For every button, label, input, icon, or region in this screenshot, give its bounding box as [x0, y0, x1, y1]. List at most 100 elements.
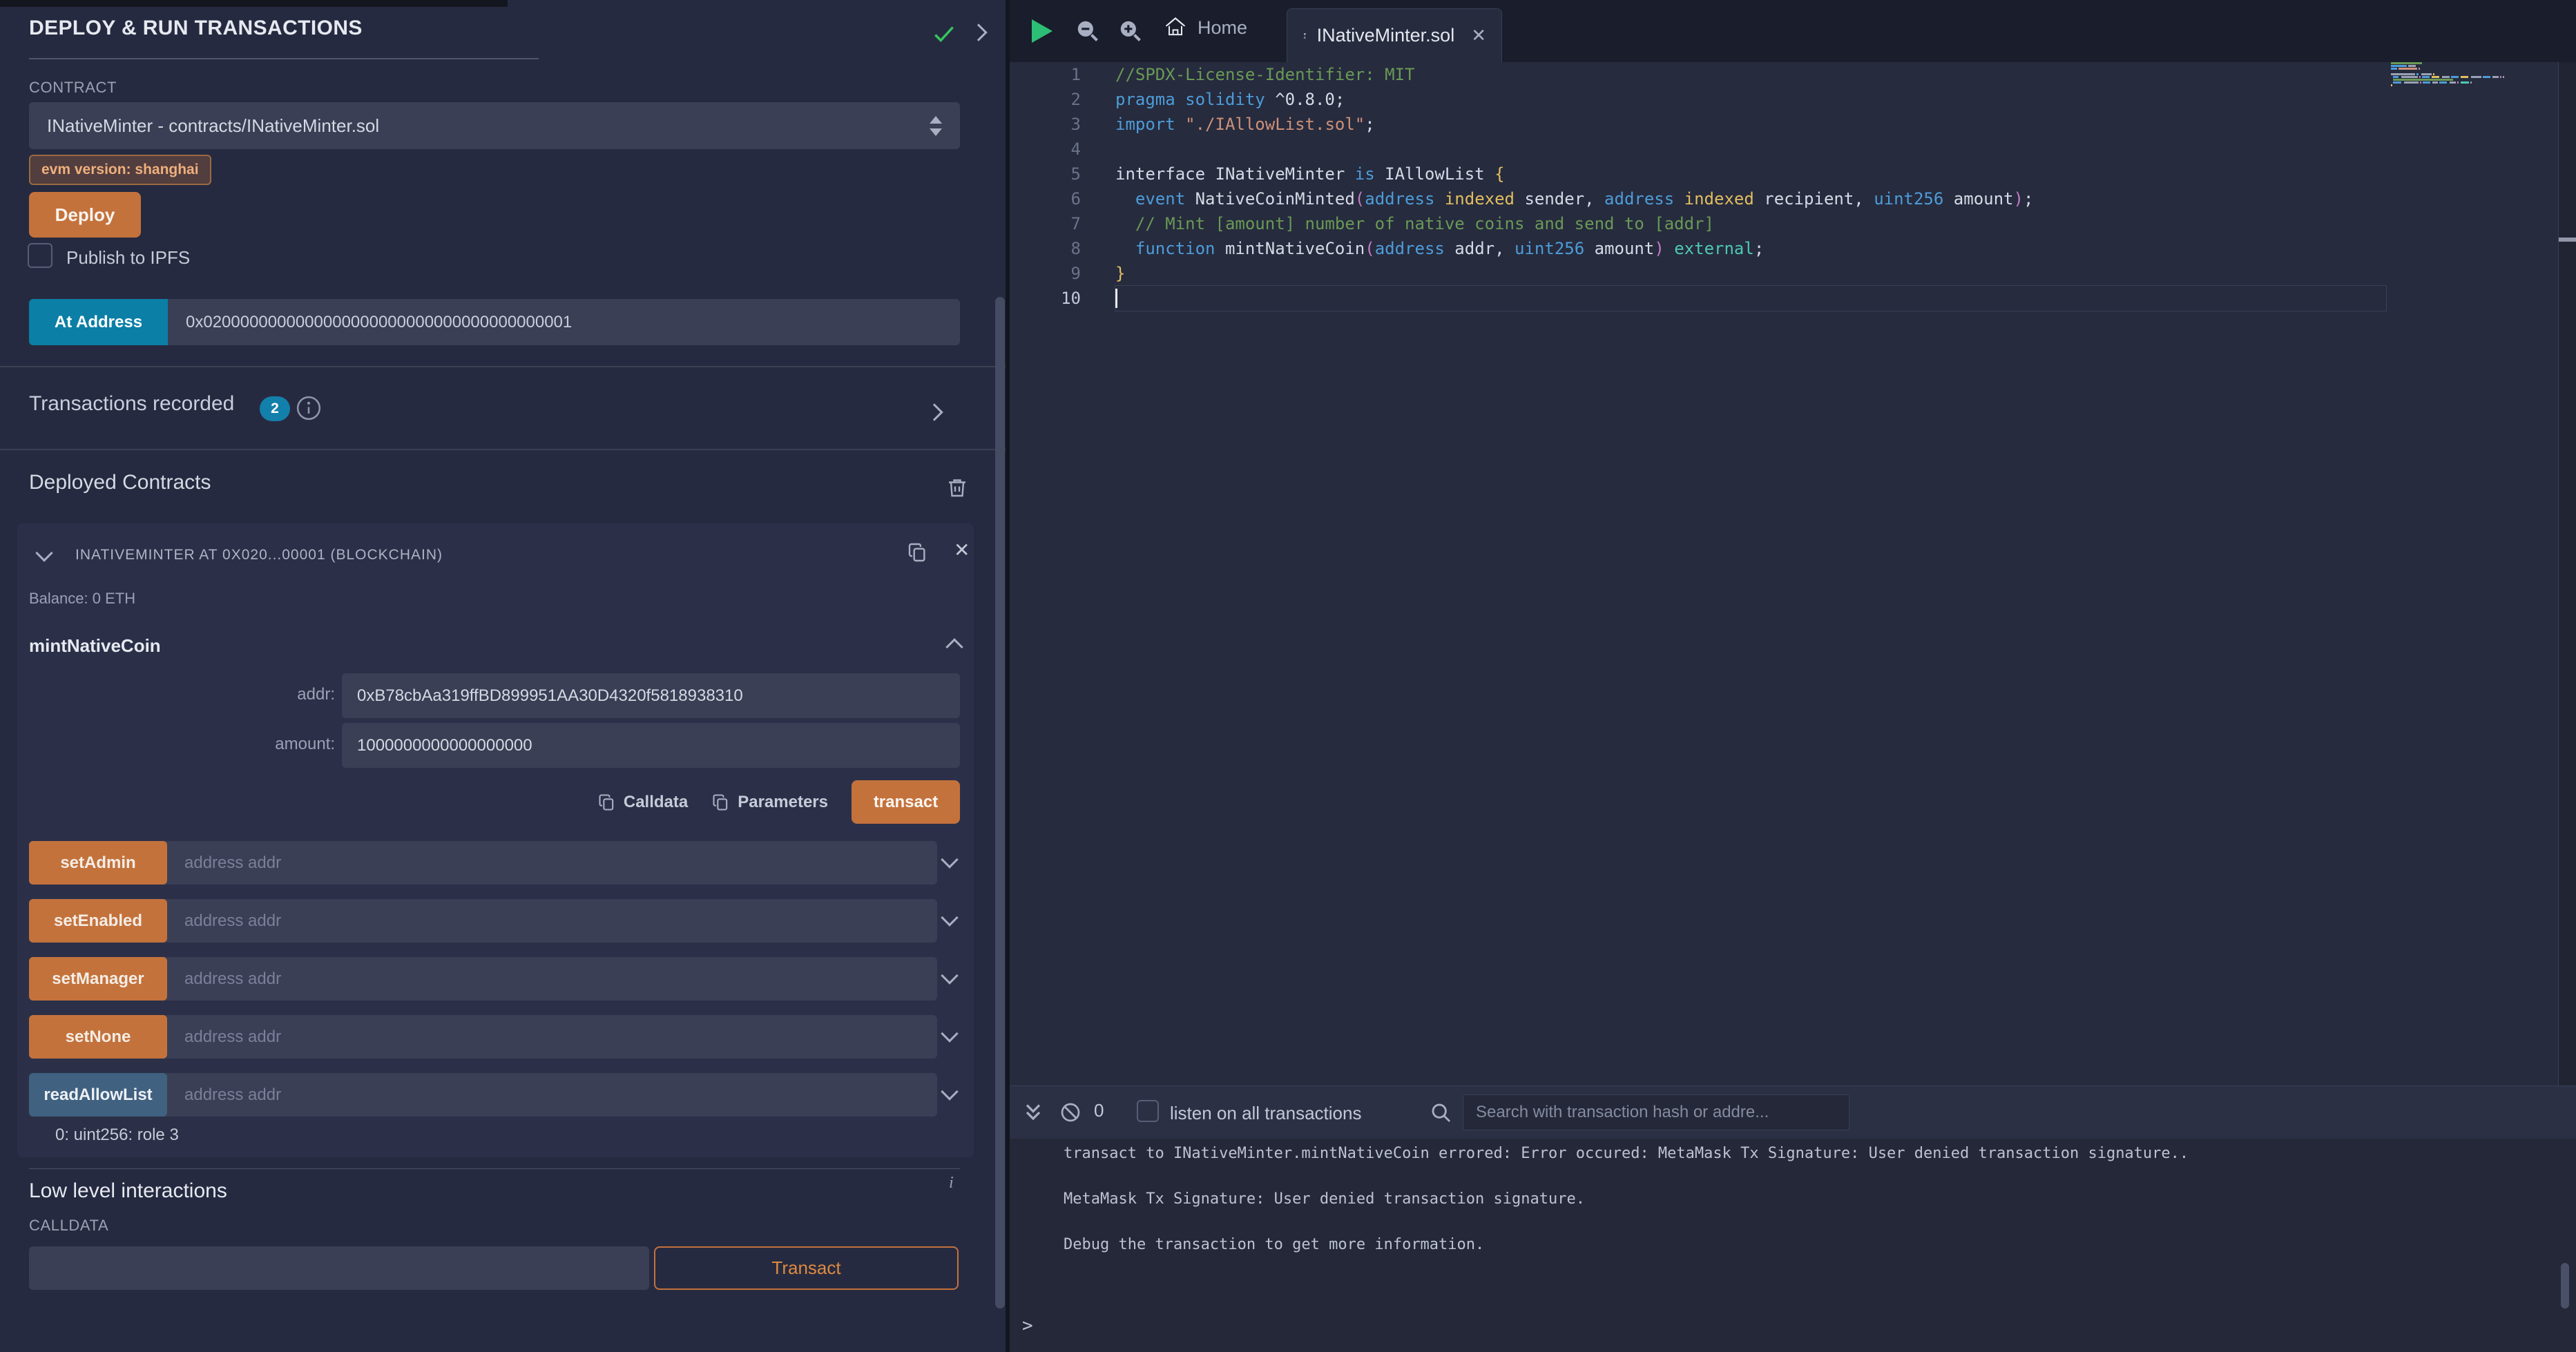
zoom-out-icon[interactable] [1075, 18, 1101, 44]
parameters-action[interactable]: Parameters [711, 793, 828, 812]
code-line[interactable]: event NativeCoinMinted(address indexed s… [1115, 186, 2386, 211]
setAdmin-button[interactable]: setAdmin [29, 841, 167, 885]
divider [29, 1168, 960, 1169]
editor-tabbar: Home INativeMinter.sol ✕ [1010, 0, 2576, 62]
panel-title: DEPLOY & RUN TRANSACTIONS [29, 17, 363, 40]
code-line[interactable]: pragma solidity ^0.8.0; [1115, 87, 2386, 112]
copy-icon[interactable] [907, 541, 929, 563]
action-row: Calldata Parameters transact [17, 780, 960, 824]
low-level-info-icon[interactable]: i [949, 1174, 954, 1192]
publish-ipfs-checkbox[interactable] [28, 243, 52, 268]
copy-icon [711, 793, 731, 812]
expand-chevron-down-icon[interactable] [941, 1083, 958, 1100]
terminal-search-input[interactable] [1463, 1094, 1849, 1130]
card-collapse-chevron-icon[interactable] [35, 544, 52, 561]
code-editor[interactable]: 12345678910 //SPDX-License-Identifier: M… [1010, 62, 2576, 1085]
terminal-message: MetaMask Tx Signature: User denied trans… [1064, 1187, 2189, 1212]
call-result: 0: uint256: role 3 [55, 1126, 179, 1145]
divider [0, 366, 1006, 367]
code-line[interactable]: function mintNativeCoin(address addr, ui… [1115, 236, 2386, 261]
addr-input[interactable] [342, 673, 960, 718]
line-number: 10 [1010, 286, 1081, 311]
line-number: 1 [1010, 62, 1081, 87]
low-level-transact-button[interactable]: Transact [654, 1246, 959, 1290]
code-line[interactable]: } [1115, 261, 2386, 286]
expand-chevron-down-icon[interactable] [941, 851, 958, 868]
setNone-button[interactable]: setNone [29, 1015, 167, 1059]
terminal-message: Debug the transaction to get more inform… [1064, 1233, 2189, 1257]
readAllowList-input[interactable] [184, 1073, 916, 1117]
setEnabled-input[interactable] [184, 899, 916, 943]
listen-all-checkbox[interactable] [1137, 1100, 1159, 1122]
parameters-label: Parameters [738, 793, 828, 812]
readAllowList-button[interactable]: readAllowList [29, 1073, 167, 1117]
listen-all-label: listen on all transactions [1170, 1103, 1361, 1124]
check-icon[interactable] [931, 21, 957, 47]
line-number: 4 [1010, 137, 1081, 162]
function-list: setAdmin setEnabled setManager setNone readA… [29, 841, 968, 1131]
setManager-button[interactable]: setManager [29, 957, 167, 1001]
editor-scrollbar[interactable] [2558, 62, 2576, 1085]
code-line[interactable]: // Mint [amount] number of native coins … [1115, 211, 2386, 236]
code-line[interactable] [1115, 286, 2386, 311]
info-icon[interactable] [296, 395, 322, 421]
deploy-run-panel: DEPLOY & RUN TRANSACTIONS CONTRACT INati… [0, 0, 1006, 1352]
function-name: mintNativeCoin [29, 635, 161, 657]
terminal-message: transact to INativeMinter.mintNativeCoin… [1064, 1141, 2189, 1166]
minimap[interactable] [2391, 62, 2557, 90]
app-root: DEPLOY & RUN TRANSACTIONS CONTRACT INati… [0, 0, 2576, 1352]
panel-chevron-right-icon[interactable] [970, 23, 987, 41]
transactions-count-badge[interactable]: 2 [260, 396, 290, 421]
contract-select[interactable]: INativeMinter - contracts/INativeMinter.… [29, 102, 960, 149]
divider [0, 449, 1006, 450]
expand-chevron-down-icon[interactable] [941, 909, 958, 926]
calldata-label: Calldata [624, 793, 688, 812]
terminal-scrollbar[interactable] [2561, 1263, 2569, 1308]
terminal-toolbar: 0 listen on all transactions [1010, 1086, 2576, 1139]
trash-icon[interactable] [945, 475, 970, 500]
terminal-prompt[interactable]: > [1022, 1315, 1033, 1336]
deployed-contracts-title: Deployed Contracts [29, 471, 211, 494]
code-line[interactable]: import "./IAllowList.sol"; [1115, 112, 2386, 137]
zoom-in-icon[interactable] [1117, 18, 1144, 44]
at-address-button[interactable]: At Address [29, 299, 168, 345]
close-icon[interactable]: ✕ [954, 539, 970, 561]
top-strip [0, 0, 508, 7]
contract-select-value: INativeMinter - contracts/INativeMinter.… [47, 115, 930, 137]
double-chevron-down-icon[interactable] [1021, 1100, 1046, 1125]
home-icon [1163, 15, 1188, 40]
transact-button[interactable]: transact [852, 780, 960, 824]
amount-input[interactable] [342, 723, 960, 768]
transactions-chevron-right-icon[interactable] [925, 403, 943, 421]
setNone-input[interactable] [184, 1015, 916, 1059]
tab-home[interactable]: Home [1163, 15, 1247, 40]
publish-ipfs-label: Publish to IPFS [66, 247, 190, 269]
low-level-calldata-input[interactable] [29, 1246, 649, 1290]
panel-scrollbar[interactable] [995, 297, 1005, 1308]
code-line[interactable] [1115, 137, 2386, 162]
line-number: 8 [1010, 236, 1081, 261]
setManager-input[interactable] [184, 957, 916, 1001]
function-collapse-chevron-up-icon[interactable] [945, 638, 963, 655]
code-line[interactable]: interface INativeMinter is IAllowList { [1115, 162, 2386, 186]
setAdmin-input[interactable] [184, 841, 916, 885]
expand-chevron-down-icon[interactable] [941, 1025, 958, 1042]
setEnabled-button[interactable]: setEnabled [29, 899, 167, 943]
expand-chevron-down-icon[interactable] [941, 967, 958, 984]
play-icon[interactable] [1032, 19, 1052, 43]
at-address-input[interactable] [168, 299, 960, 345]
tab-inativeminter[interactable]: INativeMinter.sol ✕ [1287, 8, 1502, 62]
close-tab-icon[interactable]: ✕ [1471, 25, 1486, 46]
line-number: 7 [1010, 211, 1081, 236]
function-row: setEnabled [29, 899, 968, 943]
text-cursor [1115, 289, 1117, 308]
ban-icon[interactable] [1059, 1101, 1082, 1123]
code-line[interactable]: //SPDX-License-Identifier: MIT [1115, 62, 2386, 87]
code-lines[interactable]: //SPDX-License-Identifier: MITpragma sol… [1115, 62, 2386, 311]
line-number: 2 [1010, 87, 1081, 112]
search-icon [1430, 1101, 1453, 1125]
deploy-button[interactable]: Deploy [29, 192, 141, 238]
function-row: readAllowList [29, 1073, 968, 1117]
editor-region: Home INativeMinter.sol ✕ 12345678910 //S… [1010, 0, 2576, 1352]
calldata-action[interactable]: Calldata [597, 793, 688, 812]
